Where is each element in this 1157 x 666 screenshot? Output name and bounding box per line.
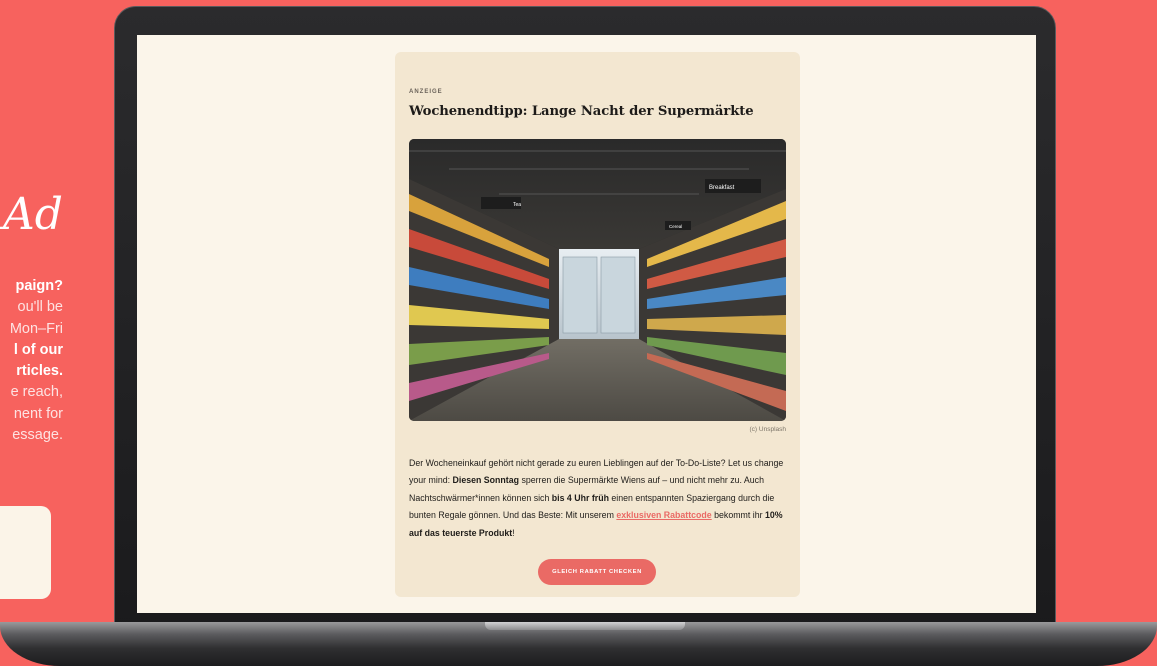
promo-line: l of our	[13, 341, 63, 358]
laptop-base	[0, 622, 1157, 666]
store-sign-cereal: Cereal	[669, 224, 682, 229]
supermarket-image: Tea Breakfast Cereal	[409, 139, 786, 421]
promo-line: essage.	[12, 427, 63, 444]
ad-title: Wochenendtipp: Lange Nacht der Supermärk…	[409, 104, 754, 119]
supermarket-aisle-illustration: Tea Breakfast Cereal	[409, 139, 786, 421]
body-text: !	[512, 527, 515, 538]
ad-body: Der Wocheneinkauf gehört nicht gerade zu…	[409, 455, 789, 542]
promo-line: ou'll be	[17, 299, 64, 316]
rabattcode-link[interactable]: exklusiven Rabattcode	[616, 510, 711, 520]
laptop-screen: ANZEIGE Wochenendtipp: Lange Nacht der S…	[137, 35, 1036, 613]
body-text: bekommt ihr	[711, 510, 765, 521]
promo-line: paign?	[15, 278, 63, 294]
promo-line: e reach,	[10, 384, 63, 401]
store-sign-tea: Tea	[513, 202, 521, 208]
promo-text: paign? ou'll be Mon–Fri l of our rticles…	[0, 276, 63, 446]
body-bold: Diesen Sonntag	[452, 475, 519, 486]
ad-card: ANZEIGE Wochenendtipp: Lange Nacht der S…	[395, 52, 800, 597]
image-credit: (c) Unsplash	[749, 426, 786, 433]
body-bold: bis 4 Uhr früh	[551, 492, 609, 503]
promo-line: Mon–Fri	[9, 320, 63, 337]
promo-line: rticles.	[16, 363, 63, 380]
ad-label: ANZEIGE	[409, 89, 443, 95]
promo-line: nent for	[13, 405, 63, 422]
promo-heading: Ad	[3, 189, 63, 240]
promo-card[interactable]	[0, 506, 51, 599]
laptop-notch	[485, 622, 685, 630]
store-sign-breakfast: Breakfast	[709, 185, 735, 191]
cta-button[interactable]: GLEICH RABATT CHECKEN	[538, 559, 656, 585]
